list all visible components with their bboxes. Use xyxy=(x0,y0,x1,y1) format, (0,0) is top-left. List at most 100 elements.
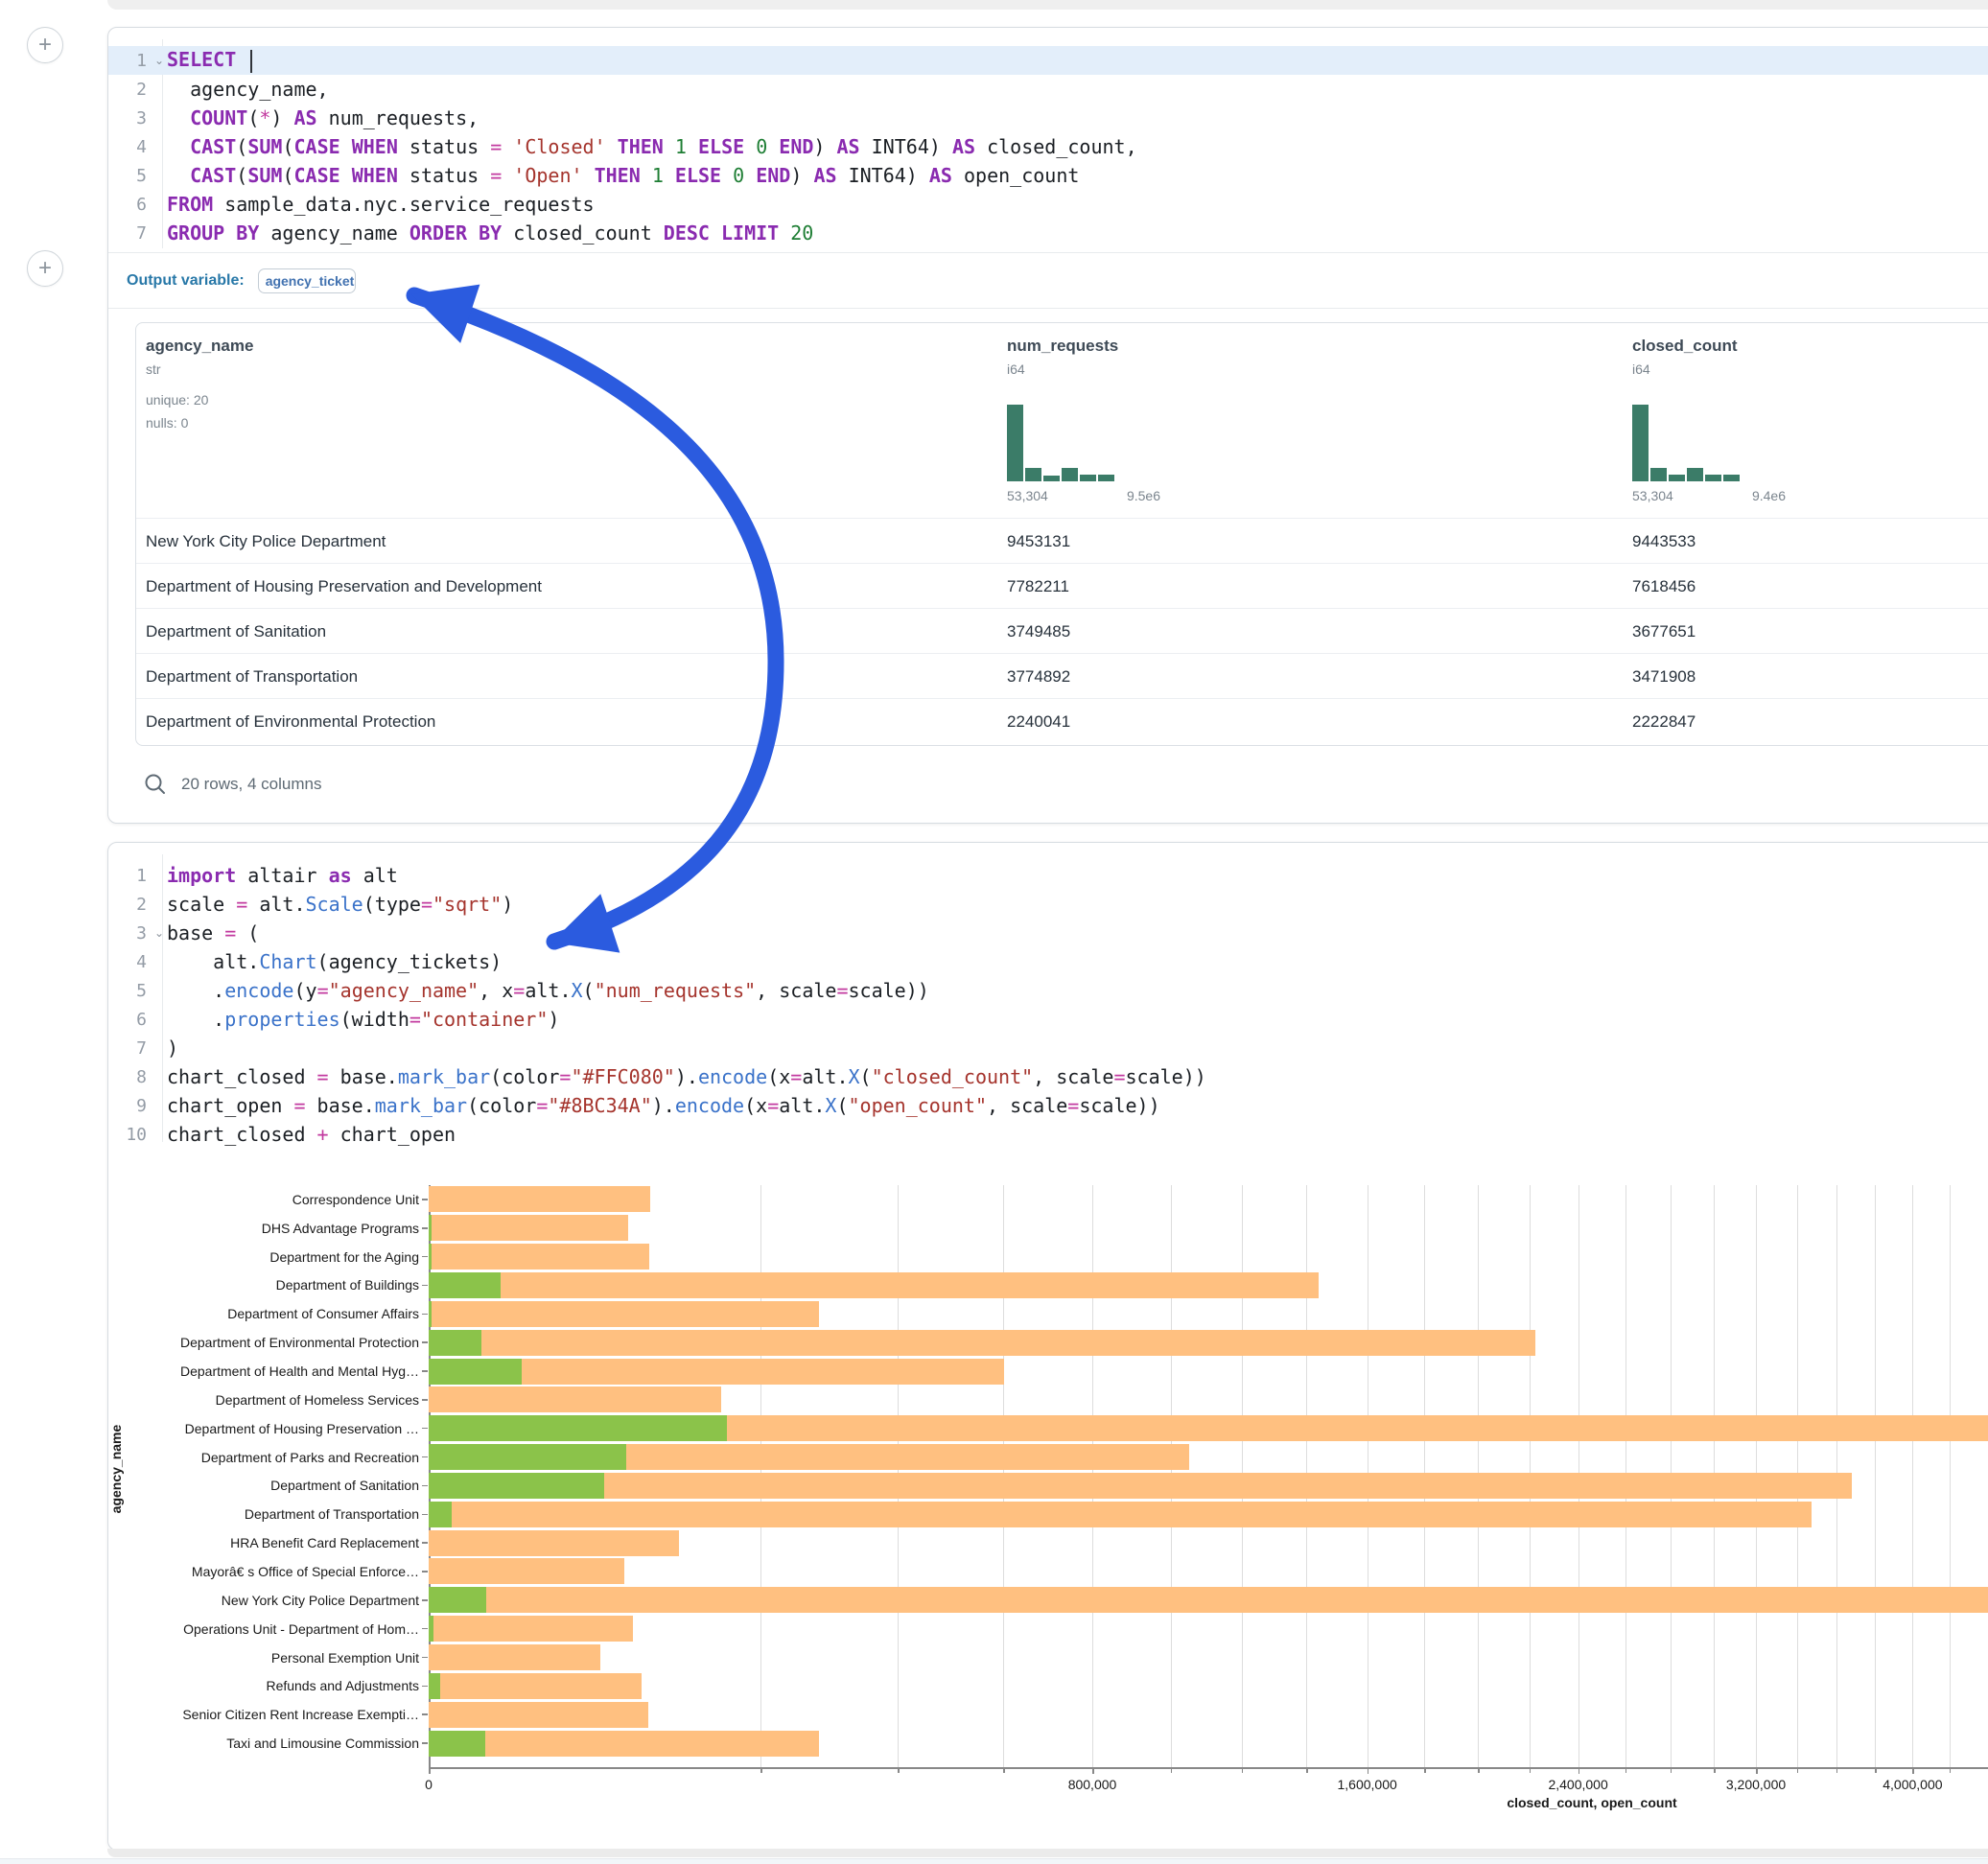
code-line[interactable]: 4 CAST(SUM(CASE WHEN status = 'Closed' T… xyxy=(108,132,1988,161)
table-footer: 20 rows, 4 columns xyxy=(143,763,321,805)
table-cell: Department of Housing Preservation and D… xyxy=(146,564,721,609)
table-cell: 3774892 xyxy=(1007,654,1582,699)
histogram-bar xyxy=(1632,405,1649,481)
output-variable-pill[interactable]: agency_tickets xyxy=(258,268,356,293)
code-text: agency_name, xyxy=(167,78,329,101)
table-row: New York City Police Department945313194… xyxy=(136,518,1988,564)
search-icon[interactable] xyxy=(143,772,168,797)
code-line[interactable]: 4 alt.Chart(agency_tickets) xyxy=(108,947,1988,976)
code-text: COUNT(*) AS num_requests, xyxy=(167,106,479,129)
sql-code-editor[interactable]: 1⌄SELECT 2 agency_name,3 COUNT(*) AS num… xyxy=(108,46,1988,247)
plus-icon: + xyxy=(38,32,52,58)
line-number: 6 xyxy=(108,1010,152,1030)
table-row: Department of Sanitation 3749485 3677651 xyxy=(136,608,1988,654)
code-line[interactable]: 3⌄base = ( xyxy=(108,919,1988,947)
histogram-bar xyxy=(1669,475,1685,481)
fold-chevron-icon[interactable]: ⌄ xyxy=(152,46,167,75)
code-text: CAST(SUM(CASE WHEN status = 'Closed' THE… xyxy=(167,135,1137,158)
previous-cell-bottom-edge xyxy=(107,0,1988,10)
code-text: chart_open = base.mark_bar(color="#8BC34… xyxy=(167,1094,1160,1117)
code-line[interactable]: 6 .properties(width="container") xyxy=(108,1005,1988,1034)
code-text: scale = alt.Scale(type="sqrt") xyxy=(167,893,513,916)
table-row: Department of Environmental Protection22… xyxy=(136,698,1988,744)
output-variable-value: agency_tickets xyxy=(266,273,356,289)
line-number: 4 xyxy=(108,137,152,157)
code-line[interactable]: 9chart_open = base.mark_bar(color="#8BC3… xyxy=(108,1091,1988,1120)
line-number: 5 xyxy=(108,166,152,186)
code-text: .properties(width="container") xyxy=(167,1008,559,1031)
table-cell: New York City Police Department xyxy=(146,519,721,564)
code-line[interactable]: 6 FROM sample_data.nyc.service_requests xyxy=(108,190,1988,219)
add-cell-button-middle[interactable]: + xyxy=(27,250,63,287)
code-line[interactable]: 2scale = alt.Scale(type="sqrt") xyxy=(108,890,1988,919)
table-row: Department of Transportation377489234719… xyxy=(136,653,1988,699)
histogram-bar xyxy=(1062,468,1078,481)
table-cell: Department of Sanitation xyxy=(146,609,721,654)
code-line[interactable]: 5 .encode(y="agency_name", x=alt.X("num_… xyxy=(108,976,1988,1005)
output-variable-bar: Output variable: agency_tickets xyxy=(108,252,1988,309)
python-cell-shadow-band xyxy=(107,1849,1988,1857)
table-cell: 3749485 xyxy=(1007,609,1582,654)
dataframe-preview-table: agency_namestr unique: 20nulls: 0 num_requ… xyxy=(135,322,1988,746)
notebook-page: + + 1⌄SELECT 2 agency_name,3 COUNT(*) AS… xyxy=(0,0,1988,1864)
python-code-editor[interactable]: 1 import altair as alt 2scale = alt.Scale(… xyxy=(108,861,1988,1149)
histogram-range-labels: 53,3049.4e6 xyxy=(1632,488,1786,503)
table-row-count: 20 rows, 4 columns xyxy=(181,775,321,794)
table-column-header: closed_counti64 xyxy=(1632,337,1939,377)
histogram-bar xyxy=(1080,475,1096,481)
add-cell-button-top[interactable]: + xyxy=(27,27,63,63)
histogram-bar xyxy=(1705,475,1721,481)
code-text: GROUP BY agency_name ORDER BY closed_cou… xyxy=(167,221,813,245)
histogram-range-labels: 53,3049.5e6 xyxy=(1007,488,1160,503)
table-cell: Department of Transportation xyxy=(146,654,721,699)
line-number: 7 xyxy=(108,1038,152,1059)
fold-chevron-icon[interactable]: ⌄ xyxy=(152,919,167,947)
table-cell: 9453131 xyxy=(1007,519,1582,564)
line-number: 3 xyxy=(108,923,152,944)
line-number: 7 xyxy=(108,223,152,244)
histogram-bar xyxy=(1043,476,1060,481)
table-cell: 2222847 xyxy=(1632,699,1988,744)
next-section-edge xyxy=(0,1858,1988,1864)
code-line[interactable]: 7 GROUP BY agency_name ORDER BY closed_co… xyxy=(108,219,1988,247)
line-number: 8 xyxy=(108,1067,152,1087)
code-text: SELECT xyxy=(167,48,252,73)
code-line[interactable]: 2 agency_name, xyxy=(108,75,1988,104)
text-cursor xyxy=(250,50,252,73)
code-line[interactable]: 1 import altair as alt xyxy=(108,861,1988,890)
line-number: 6 xyxy=(108,195,152,215)
line-number: 1 xyxy=(108,866,152,886)
column-name: agency_name xyxy=(146,337,453,356)
code-line[interactable]: 5 CAST(SUM(CASE WHEN status = 'Open' THE… xyxy=(108,161,1988,190)
table-cell: 7782211 xyxy=(1007,564,1582,609)
code-line[interactable]: 7) xyxy=(108,1034,1988,1062)
table-cell: 3677651 xyxy=(1632,609,1988,654)
line-number: 10 xyxy=(108,1125,152,1145)
table-column-header: agency_namestr unique: 20nulls: 0 xyxy=(146,337,453,434)
column-stats: unique: 20nulls: 0 xyxy=(146,388,453,434)
column-name: closed_count xyxy=(1632,337,1939,356)
code-text: base = ( xyxy=(167,921,259,944)
histogram-bar xyxy=(1007,405,1023,481)
code-text: import altair as alt xyxy=(167,864,398,887)
plus-icon: + xyxy=(38,255,52,282)
line-number: 1 xyxy=(108,51,152,71)
code-line[interactable]: 10 chart_closed + chart_open xyxy=(108,1120,1988,1149)
code-text: alt.Chart(agency_tickets) xyxy=(167,950,502,973)
code-text: FROM sample_data.nyc.service_requests xyxy=(167,193,595,216)
table-cell: 7618456 xyxy=(1632,564,1988,609)
code-text: .encode(y="agency_name", x=alt.X("num_re… xyxy=(167,979,929,1002)
line-number: 4 xyxy=(108,952,152,972)
sql-cell: 1⌄SELECT 2 agency_name,3 COUNT(*) AS num… xyxy=(107,27,1988,824)
output-variable-label: Output variable: xyxy=(127,272,245,290)
column-type: str xyxy=(146,361,453,377)
histogram-bar xyxy=(1687,468,1703,481)
code-text: chart_closed = base.mark_bar(color="#FFC… xyxy=(167,1065,1206,1088)
code-text: chart_closed + chart_open xyxy=(167,1123,456,1146)
code-line[interactable]: 1⌄SELECT xyxy=(108,46,1988,75)
code-line[interactable]: 8 chart_closed = base.mark_bar(color="#FF… xyxy=(108,1062,1988,1091)
python-cell: 1 import altair as alt 2scale = alt.Scale(… xyxy=(107,842,1988,1851)
column-histogram xyxy=(1632,405,1786,481)
code-line[interactable]: 3 COUNT(*) AS num_requests, xyxy=(108,104,1988,132)
column-name: num_requests xyxy=(1007,337,1314,356)
